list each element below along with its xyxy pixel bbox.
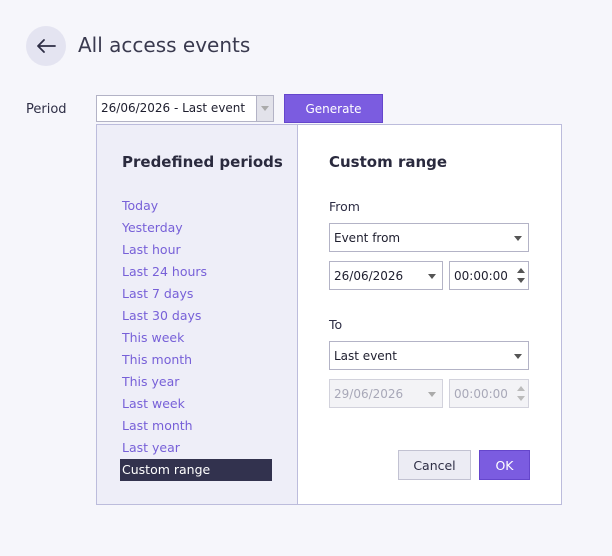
chevron-down-icon [514,354,522,359]
chevron-down-icon [514,236,522,241]
page-title: All access events [78,33,251,57]
to-type-select[interactable]: Last event [329,341,529,370]
predefined-periods-title: Predefined periods [122,153,283,171]
preset-custom-range[interactable]: Custom range [120,459,272,481]
preset-this-month[interactable]: This month [122,349,272,371]
from-label: From [329,199,360,214]
spin-up-icon [517,386,525,391]
preset-last-30-days[interactable]: Last 30 days [122,305,272,327]
preset-last-week[interactable]: Last week [122,393,272,415]
to-label: To [329,317,343,332]
to-date-value: 29/06/2026 [334,387,404,401]
to-time-input: 00:00:00 [449,379,529,408]
ok-button[interactable]: OK [479,450,530,480]
to-time-value: 00:00:00 [454,387,508,401]
cancel-button[interactable]: Cancel [398,450,471,480]
spin-down-icon [517,396,525,401]
predefined-periods-pane: Predefined periods Today Yesterday Last … [97,125,298,504]
back-button[interactable] [26,26,66,66]
preset-this-year[interactable]: This year [122,371,272,393]
from-date-picker[interactable]: 26/06/2026 [329,261,443,290]
spin-up-icon[interactable] [517,268,525,273]
period-select-value: 26/06/2026 - Last event [101,101,246,115]
from-time-spinner[interactable] [514,262,528,289]
generate-button[interactable]: Generate [284,94,383,123]
arrow-left-icon [37,39,56,53]
preset-last-year[interactable]: Last year [122,437,272,459]
preset-last-7-days[interactable]: Last 7 days [122,283,272,305]
preset-last-24-hours[interactable]: Last 24 hours [122,261,272,283]
to-type-value: Last event [334,349,397,363]
custom-range-title: Custom range [329,153,448,171]
from-type-value: Event from [334,231,401,245]
preset-today[interactable]: Today [122,195,272,217]
preset-yesterday[interactable]: Yesterday [122,217,272,239]
to-time-spinner [514,380,528,407]
chevron-down-icon [428,392,436,397]
chevron-down-icon [261,106,269,111]
period-select-toggle[interactable] [256,96,273,121]
chevron-down-icon [428,274,436,279]
to-date-picker: 29/06/2026 [329,379,443,408]
from-time-value: 00:00:00 [454,269,508,283]
period-label: Period [26,102,67,117]
preset-last-hour[interactable]: Last hour [122,239,272,261]
period-select[interactable]: 26/06/2026 - Last event [96,95,274,122]
from-time-input[interactable]: 00:00:00 [449,261,529,290]
from-type-select[interactable]: Event from [329,223,529,252]
custom-range-pane: Custom range From Event from 26/06/2026 … [298,125,561,504]
spin-down-icon[interactable] [517,278,525,283]
period-picker-popup: Predefined periods Today Yesterday Last … [96,124,562,505]
preset-list: Today Yesterday Last hour Last 24 hours … [120,195,272,481]
preset-last-month[interactable]: Last month [122,415,272,437]
preset-this-week[interactable]: This week [122,327,272,349]
from-date-value: 26/06/2026 [334,269,404,283]
